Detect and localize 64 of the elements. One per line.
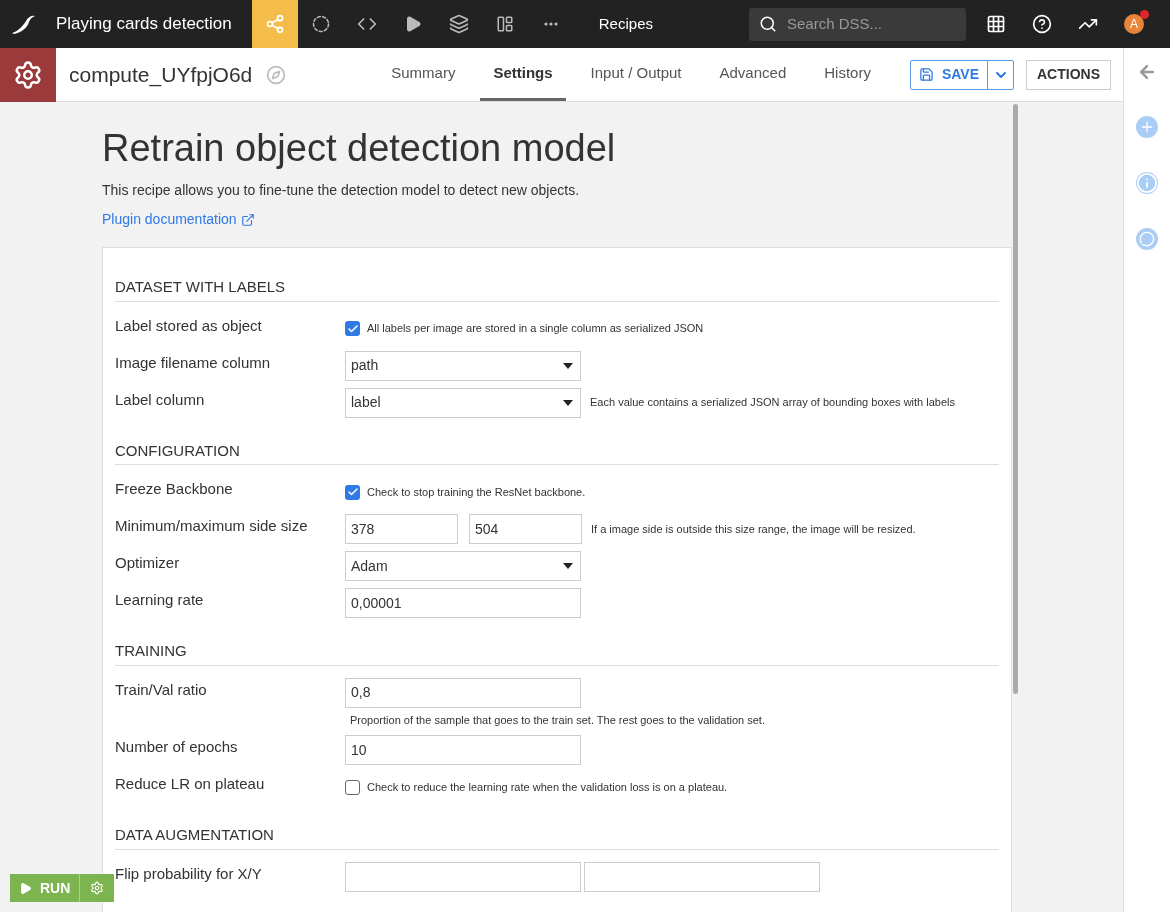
caret-icon [563,362,573,369]
input-field[interactable]: 0,8 [345,677,581,708]
help-text: Check to reduce the learning rate when the validation loss is on a plateau. [367,779,728,795]
input-field[interactable] [345,861,581,892]
field-label: Label stored as object [115,315,263,336]
field-label: Flip probability for X/Y [115,863,263,884]
field-label: Reduce LR on plateau [115,774,266,794]
more-icon [543,22,558,26]
dropdown[interactable]: label [345,387,581,418]
nav-button[interactable] [251,0,298,48]
tab[interactable]: Input / Output [577,48,695,101]
help-icon[interactable] [1032,14,1052,34]
field-label: Image filename column [115,352,272,373]
stack-icon [448,14,469,34]
field-label: Freeze Backbone [115,479,234,499]
help-text: Proportion of the sample that goes to the train set. The rest goes to the validation set. [350,712,766,728]
field-label: Number of epochs [115,737,239,757]
input-field[interactable]: 504 [469,514,582,544]
input-field[interactable] [584,861,820,892]
section-heading: TRAINING [115,640,999,666]
field-label: Label column [115,389,206,410]
actions-button[interactable]: ACTIONS [1026,59,1111,90]
bird-logo [10,13,36,35]
dropdown[interactable]: path [345,350,581,381]
checkbox[interactable] [345,779,360,795]
recipe-name: compute_UYfpjO6d [69,61,253,89]
input-field[interactable]: 378 [345,514,458,544]
external-link-icon [240,212,255,227]
checkbox[interactable] [345,484,360,500]
help-text: Check to stop training the ResNet backbone. [367,484,586,500]
input-field[interactable]: 0,00001 [345,588,581,618]
dropdown[interactable]: Adam [345,551,581,581]
page-description: This recipe allows you to fine-tune the detection model to detect new objects. [102,181,581,200]
caret-icon [563,563,573,569]
search-icon [759,15,777,33]
flow-icon [264,14,285,34]
section-heading: DATASET WITH LABELS [115,276,999,302]
section-heading: DATA AUGMENTATION [115,824,999,850]
checkbox[interactable] [345,321,360,336]
section-heading: CONFIGURATION [115,439,999,465]
floppy-icon [918,67,934,82]
field-label: Train/Val ratio [115,679,208,700]
tab[interactable]: History [811,48,884,101]
help-text: If a image side is outside this size range, the image will be resized. [591,521,916,537]
section-title[interactable]: Recipes [598,12,653,36]
field-label: Optimizer [115,553,181,573]
apps-grid-icon[interactable] [986,14,1006,34]
help-text: All labels per image are stored in a single column as serialized JSON [367,321,704,337]
ring-icon [311,15,330,33]
dashboard-icon [495,15,514,33]
help-text: Each value contains a serialized JSON array of bounding boxes with labels [590,395,956,411]
page-title: Retrain object detection model [102,126,617,170]
field-label: Minimum/maximum side size [115,516,309,536]
documentation-link[interactable]: Plugin documentation [102,209,255,230]
project-title: Playing cards detection [56,13,232,36]
tab[interactable]: Advanced [706,48,800,101]
search-field[interactable]: Search DSS... [749,7,966,41]
play-icon [19,881,32,895]
tab[interactable]: Settings [480,48,566,101]
tab[interactable]: Summary [378,48,469,101]
field-label: Learning rate [115,590,205,610]
gear-icon [90,881,105,895]
caret-icon [563,399,573,406]
input-field[interactable]: 10 [345,735,581,765]
